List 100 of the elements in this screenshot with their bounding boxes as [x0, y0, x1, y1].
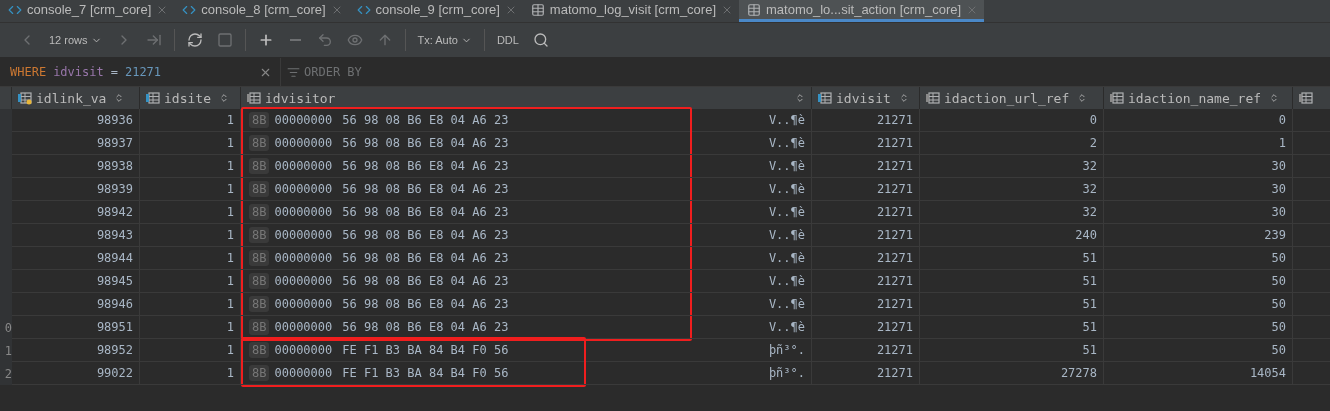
column-icon — [1299, 91, 1313, 105]
table-cell: 50 — [1104, 293, 1293, 316]
table-cell: 98952 — [12, 339, 140, 362]
table-cell: 1 — [1104, 132, 1293, 155]
table-cell: 1 — [140, 155, 241, 178]
sort-icon[interactable] — [1077, 93, 1088, 103]
dropdown-button[interactable]: 12 rows — [44, 28, 107, 52]
column-header[interactable]: idvisit — [812, 87, 920, 109]
table-cell: 51 — [920, 316, 1104, 339]
table-cell: 0 — [1104, 109, 1293, 132]
table-cell: 1 — [140, 178, 241, 201]
table-cell: 8B 00000000 56 98 08 B6 E8 04 A6 23 V..¶è — [241, 224, 812, 247]
table-icon — [530, 2, 545, 17]
table-cell: 240 — [920, 224, 1104, 247]
table-cell: 51 — [920, 339, 1104, 362]
search-icon — [532, 32, 549, 48]
table-cell: 98936 — [12, 109, 140, 132]
table-icon — [747, 2, 761, 17]
table-cell: 50 — [1104, 247, 1293, 270]
table-cell: 8B 00000000 56 98 08 B6 E8 04 A6 23 V..¶è — [241, 293, 812, 316]
editor-tab[interactable]: matomo_lo...sit_action [crm_core] — [739, 0, 985, 22]
table-cell: 8B 00000000 56 98 08 B6 E8 04 A6 23 V..¶è — [241, 155, 812, 178]
table-cell: 98946 — [12, 293, 140, 316]
editor-tab[interactable]: console_7 [crm_core] — [0, 0, 175, 22]
table-cell: 8B 00000000 FE F1 B3 BA 84 B4 F0 56 þñ³°. — [241, 339, 812, 362]
column-header[interactable]: idlink_va — [12, 87, 140, 109]
column-icon — [247, 91, 261, 105]
row-number: 2 — [4, 366, 12, 381]
dropdown-button[interactable]: Tx: Auto — [412, 28, 477, 52]
sort-icon[interactable] — [898, 93, 909, 103]
key-column-icon — [18, 91, 32, 105]
table-cell: 8B 00000000 56 98 08 B6 E8 04 A6 23 V..¶è — [241, 247, 812, 270]
last-page-icon — [145, 32, 162, 48]
sort-icon[interactable] — [114, 93, 125, 103]
table-cell: 21271 — [812, 109, 920, 132]
ddl-button[interactable]: DDL — [491, 28, 524, 52]
table-cell: 21271 — [812, 132, 920, 155]
table-cell: 1 — [140, 201, 241, 224]
table-cell: 8B 00000000 FE F1 B3 BA 84 B4 F0 56 þñ³°. — [241, 362, 812, 385]
table-cell: 51 — [920, 270, 1104, 293]
table-cell: 21271 — [812, 178, 920, 201]
table-cell: 1 — [140, 224, 241, 247]
table-cell: 14054 — [1104, 362, 1293, 385]
indexed-column-icon — [818, 91, 832, 105]
order-by-field[interactable]: ORDER BY — [281, 65, 362, 79]
sort-icon[interactable] — [1269, 93, 1280, 103]
where-filter-field[interactable]: WHERE idvisit = 21271 — [0, 58, 281, 86]
table-cell: 21271 — [812, 155, 920, 178]
table-cell: 99022 — [12, 362, 140, 385]
table-cell: 8B 00000000 56 98 08 B6 E8 04 A6 23 V..¶è — [241, 270, 812, 293]
column-header[interactable]: idaction_name_ref — [1104, 87, 1293, 109]
table-cell: 1 — [140, 109, 241, 132]
table-cell: 50 — [1104, 270, 1293, 293]
row-number: 0 — [4, 320, 12, 335]
table-cell: 21271 — [812, 316, 920, 339]
table-cell: 21271 — [812, 293, 920, 316]
table-cell: 32 — [920, 178, 1104, 201]
sort-icon[interactable] — [795, 93, 805, 103]
table-cell: 50 — [1104, 339, 1293, 362]
table-cell: 98951 — [12, 316, 140, 339]
table-cell: 1 — [140, 247, 241, 270]
table-cell: 50 — [1104, 316, 1293, 339]
row-number: 1 — [4, 343, 12, 358]
column-header[interactable]: idvisitor — [241, 87, 812, 109]
table-cell: 8B 00000000 56 98 08 B6 E8 04 A6 23 V..¶è — [241, 201, 812, 224]
table-cell: 51 — [920, 293, 1104, 316]
table-cell: 1 — [140, 316, 241, 339]
refresh-icon — [186, 32, 203, 48]
table-cell: 30 — [1104, 178, 1293, 201]
table-cell: 8B 00000000 56 98 08 B6 E8 04 A6 23 V..¶è — [241, 178, 812, 201]
column-header[interactable]: idaction_url_ref — [920, 87, 1104, 109]
column-header[interactable]: idsite — [140, 87, 241, 109]
table-cell: 21271 — [812, 362, 920, 385]
table-cell: 51 — [920, 247, 1104, 270]
table-cell: 98942 — [12, 201, 140, 224]
table-cell: 2 — [920, 132, 1104, 155]
stop-icon — [216, 32, 233, 48]
table-cell: 1 — [140, 362, 241, 385]
table-cell: 30 — [1104, 201, 1293, 224]
table-cell: 8B 00000000 56 98 08 B6 E8 04 A6 23 V..¶è — [241, 316, 812, 339]
table-cell: 8B 00000000 56 98 08 B6 E8 04 A6 23 V..¶è — [241, 132, 812, 155]
editor-tab[interactable]: console_8 [crm_core] — [174, 0, 349, 22]
editor-tab[interactable]: console_9 [crm_core] — [348, 0, 523, 22]
indexed-column-icon — [146, 91, 160, 105]
column-icon — [1110, 91, 1124, 105]
table-cell: 21271 — [812, 339, 920, 362]
table-cell: 98937 — [12, 132, 140, 155]
table-cell: 1 — [140, 339, 241, 362]
table-cell: 21271 — [812, 224, 920, 247]
table-cell: 98943 — [12, 224, 140, 247]
table-cell: 32 — [920, 201, 1104, 224]
table-cell: 1 — [140, 293, 241, 316]
table-cell: 21271 — [812, 247, 920, 270]
table-cell: 21271 — [812, 270, 920, 293]
table-cell: 30 — [1104, 155, 1293, 178]
sort-icon[interactable] — [218, 93, 229, 103]
column-icon — [926, 91, 940, 105]
table-cell: 239 — [1104, 224, 1293, 247]
table-cell: 27278 — [920, 362, 1104, 385]
editor-tab[interactable]: matomo_log_visit [crm_core] — [522, 0, 739, 22]
